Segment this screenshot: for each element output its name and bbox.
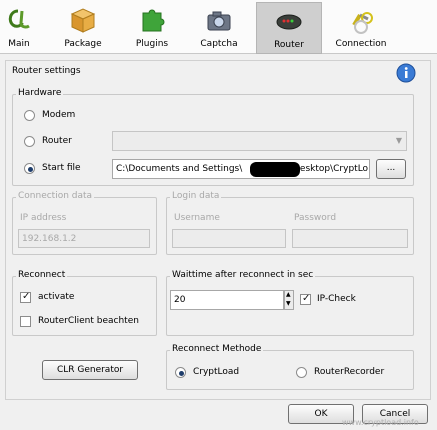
panel-title: Router settings bbox=[12, 66, 81, 76]
tab-package[interactable]: Package bbox=[56, 2, 110, 52]
startfile-radio[interactable] bbox=[24, 163, 35, 174]
tab-package-label: Package bbox=[64, 39, 102, 49]
info-icon[interactable] bbox=[396, 63, 416, 83]
tab-plugins-label: Plugins bbox=[135, 39, 169, 49]
username-input[interactable] bbox=[172, 229, 286, 248]
modem-radio[interactable] bbox=[24, 110, 35, 121]
clr-generator-button[interactable]: CLR Generator bbox=[42, 360, 138, 380]
puzzle-icon bbox=[142, 9, 165, 32]
cryptload-label: CryptLoad bbox=[193, 367, 240, 377]
box-icon bbox=[70, 8, 96, 33]
connection-icon bbox=[352, 12, 373, 34]
checkmark-icon: ✓ bbox=[22, 291, 31, 302]
tab-router[interactable]: Router bbox=[256, 2, 322, 54]
username-label: Username bbox=[174, 213, 220, 223]
cryptload-radio[interactable] bbox=[175, 367, 186, 378]
startfile-path-input[interactable]: C:\Documents and Settings\ Desktop\Crypt… bbox=[112, 159, 370, 179]
startfile-label: Start file bbox=[42, 163, 81, 173]
tab-router-label: Router bbox=[274, 40, 304, 50]
router-label: Router bbox=[42, 136, 72, 146]
ipcheck-checkbox[interactable]: ✓ bbox=[300, 293, 311, 305]
reconnect-legend: Reconnect bbox=[16, 270, 68, 280]
waittime-stepper[interactable]: ▲ ▼ bbox=[284, 290, 294, 310]
tab-captcha[interactable]: Captcha bbox=[192, 2, 246, 52]
routerrecorder-radio[interactable] bbox=[296, 367, 307, 378]
chevron-up-icon[interactable]: ▲ bbox=[286, 291, 291, 298]
toolbar: Main Package Plugins Captcha Router Conn… bbox=[0, 0, 437, 54]
tab-captcha-label: Captcha bbox=[200, 39, 238, 49]
activate-checkbox[interactable]: ✓ bbox=[20, 291, 31, 303]
waittime-legend: Waittime after reconnect in sec bbox=[170, 270, 316, 280]
ip-address-input[interactable]: 192.168.1.2 bbox=[18, 229, 150, 248]
reconnect-group bbox=[12, 276, 157, 336]
router-radio[interactable] bbox=[24, 136, 35, 147]
ip-address-label: IP address bbox=[20, 213, 67, 223]
password-input[interactable] bbox=[292, 229, 408, 248]
chevron-down-icon[interactable]: ▼ bbox=[286, 300, 291, 307]
activate-label: activate bbox=[38, 292, 75, 302]
hardware-legend: Hardware bbox=[16, 88, 64, 98]
tab-plugins[interactable]: Plugins bbox=[126, 2, 178, 52]
browse-button[interactable]: ... bbox=[376, 159, 406, 179]
tab-connection-label: Connection bbox=[335, 39, 387, 49]
checkmark-icon: ✓ bbox=[302, 293, 311, 304]
connection-data-legend: Connection data bbox=[16, 191, 95, 201]
tab-connection[interactable]: Connection bbox=[330, 2, 392, 52]
reconnect-method-legend: Reconnect Methode bbox=[170, 344, 264, 354]
watermark: www.cryptload.info bbox=[342, 418, 419, 427]
routerclient-label: RouterClient beachten bbox=[38, 316, 139, 326]
waittime-input[interactable]: 20 bbox=[170, 290, 284, 310]
password-label: Password bbox=[294, 213, 337, 223]
modem-label: Modem bbox=[42, 110, 76, 120]
tab-main-label: Main bbox=[8, 39, 30, 49]
login-data-legend: Login data bbox=[170, 191, 222, 201]
tab-main[interactable]: Main bbox=[2, 2, 36, 52]
routerclient-checkbox[interactable] bbox=[20, 316, 31, 327]
startfile-path-text: C:\Documents and Settings\ bbox=[116, 164, 243, 174]
router-icon bbox=[276, 14, 302, 30]
camera-icon bbox=[207, 11, 231, 31]
routerrecorder-label: RouterRecorder bbox=[314, 367, 385, 377]
ipcheck-label: IP-Check bbox=[317, 294, 356, 304]
router-select[interactable]: ▼ bbox=[112, 131, 407, 151]
startfile-path-tail: Desktop\CryptLo bbox=[293, 164, 369, 174]
chevron-down-icon: ▼ bbox=[395, 136, 402, 145]
cl-logo-icon bbox=[8, 9, 30, 29]
